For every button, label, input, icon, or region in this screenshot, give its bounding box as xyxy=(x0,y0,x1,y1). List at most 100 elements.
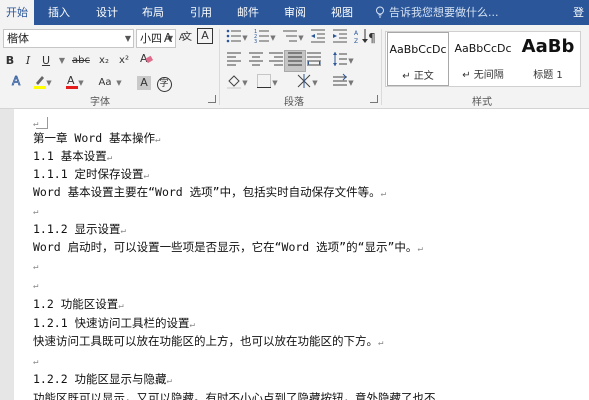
svg-text:A: A xyxy=(12,74,21,88)
document-area: ↵ 第一章 Word 基本操作↵ 1.1 基本设置↵ 1.1.1 定时保存设置↵… xyxy=(0,109,589,400)
tab-mailings[interactable]: 邮件 xyxy=(229,0,267,25)
style-preview: AaBbCcDc xyxy=(454,42,512,55)
doc-line: 1.2.1 快速访问工具栏的设置↵ xyxy=(33,315,195,331)
character-border-icon[interactable]: A xyxy=(197,28,213,44)
lightbulb-icon xyxy=(376,6,384,18)
tab-references[interactable]: 引用 xyxy=(182,0,220,25)
strikethrough-icon[interactable]: abc xyxy=(68,51,94,71)
justify-glyph-icon xyxy=(288,52,302,66)
chevron-down-icon[interactable]: ▼ xyxy=(76,73,86,93)
paragraph-mark: ↵ xyxy=(166,376,172,386)
paragraph-mark: ↵ xyxy=(33,357,39,367)
style-heading-1[interactable]: AaBb 标题 1 xyxy=(516,32,580,86)
font-name-select[interactable]: 楷体 ▼ xyxy=(3,29,134,48)
paragraph-group-label: 段落 xyxy=(284,97,304,108)
doc-line: 1.1.1 定时保存设置↵ xyxy=(33,166,149,182)
menu-bar: 开始 插入 设计 布局 引用 邮件 审阅 视图 告诉我您想要做什么... 登 xyxy=(0,0,589,25)
doc-line: 1.2 功能区设置↵ xyxy=(33,296,124,312)
style-preview: AaBb xyxy=(521,36,575,57)
paragraph-mark: ↵ xyxy=(106,153,113,163)
doc-line-text: Word 启动时，可以设置一些项是否显示，它在“Word 选项”的“显示”中。 xyxy=(33,240,418,254)
increase-indent-glyph-icon xyxy=(333,29,347,43)
paragraph-mark: ↵ xyxy=(189,320,195,330)
doc-line-text: 1.1.2 显示设置 xyxy=(33,222,121,236)
ribbon: 楷体 ▼ 小四 ▼ A A 文 A B I U ▼ abc x₂ x² A A … xyxy=(0,25,589,109)
enclosed-character-glyph: 字 xyxy=(156,77,172,92)
sign-in-button[interactable]: 登 xyxy=(573,0,589,25)
font-dialog-launcher-icon[interactable] xyxy=(208,95,216,103)
styles-group-label: 样式 xyxy=(472,97,492,108)
align-center-icon[interactable] xyxy=(246,51,266,71)
style-name: 标题 1 xyxy=(533,70,563,81)
paragraph-mark: ↵ xyxy=(33,281,39,291)
align-right-glyph-icon xyxy=(269,52,283,66)
text-effects-glyph-icon: A xyxy=(12,74,22,89)
character-shading-glyph: A xyxy=(137,76,151,90)
enclosed-character-icon[interactable]: 字 xyxy=(154,73,174,93)
svg-text:3: 3 xyxy=(254,39,257,44)
chevron-down-icon[interactable]: ▼ xyxy=(44,73,54,93)
doc-line: 第一章 Word 基本操作↵ xyxy=(33,130,160,146)
paragraph-dialog-launcher-icon[interactable] xyxy=(370,95,378,103)
phonetic-guide-icon[interactable]: 文 xyxy=(180,28,194,48)
chevron-down-icon[interactable]: ▼ xyxy=(310,73,320,93)
chevron-down-icon[interactable]: ▼ xyxy=(240,28,250,48)
change-case-icon[interactable]: Aa xyxy=(94,73,116,93)
style-name: ↵ 正文 xyxy=(402,71,434,82)
chevron-down-icon[interactable]: ▼ xyxy=(240,73,250,93)
show-formatting-marks-icon[interactable]: ¶ xyxy=(364,28,380,48)
tell-me-search[interactable]: 告诉我您想要做什么... xyxy=(375,0,499,25)
doc-line-text: 1.2.1 快速访问工具栏的设置 xyxy=(33,316,190,330)
distributed-icon[interactable] xyxy=(304,51,324,71)
justify-icon[interactable] xyxy=(284,50,306,72)
align-right-icon[interactable] xyxy=(266,51,286,71)
doc-line-text: 第一章 Word 基本操作 xyxy=(33,131,156,145)
italic-icon[interactable]: I xyxy=(18,51,38,71)
bold-icon[interactable]: B xyxy=(0,51,20,71)
font-name-value: 楷体 xyxy=(7,32,29,45)
svg-text:A: A xyxy=(67,74,75,87)
style-normal[interactable]: AaBbCcDc ↵ 正文 xyxy=(387,32,449,86)
paragraph-mark: ↵ xyxy=(378,338,384,348)
doc-line-text: 功能区既可以显示，又可以隐藏。有时不小心点到了隐藏按钮，意外隐藏了也不 xyxy=(33,391,436,400)
superscript-icon[interactable]: x² xyxy=(114,51,134,71)
increase-indent-icon[interactable] xyxy=(330,28,350,48)
tab-review[interactable]: 审阅 xyxy=(276,0,314,25)
doc-line: ↵ xyxy=(33,352,38,368)
chevron-down-icon[interactable]: ▼ xyxy=(268,28,278,48)
clear-formatting-icon[interactable]: A xyxy=(136,51,156,71)
group-divider xyxy=(381,29,382,105)
chevron-down-icon[interactable]: ▼ xyxy=(296,28,306,48)
paragraph-mark: ↵ xyxy=(33,262,39,272)
doc-line: Word 基本设置主要在“Word 选项”中，包括实时自动保存文件等。↵ xyxy=(33,184,386,200)
align-center-glyph-icon xyxy=(249,52,263,66)
paragraph-mark: ↵ xyxy=(380,189,387,199)
chevron-down-icon[interactable]: ▼ xyxy=(346,73,356,93)
style-no-spacing[interactable]: AaBbCcDc ↵ 无间隔 xyxy=(452,32,514,86)
group-divider xyxy=(219,29,220,105)
chevron-down-icon[interactable]: ▼ xyxy=(346,51,356,71)
tab-view[interactable]: 视图 xyxy=(323,0,361,25)
tab-layout[interactable]: 布局 xyxy=(134,0,172,25)
doc-line: ↵ xyxy=(33,276,38,292)
align-left-icon[interactable] xyxy=(224,51,244,71)
doc-line: 快速访问工具既可以放在功能区的上方，也可以放在功能区的下方。↵ xyxy=(33,333,383,349)
subscript-icon[interactable]: x₂ xyxy=(94,51,114,71)
decrease-indent-icon[interactable] xyxy=(308,28,328,48)
tab-home[interactable]: 开始 xyxy=(0,0,34,25)
character-shading-icon[interactable]: A xyxy=(134,73,154,93)
styles-gallery: AaBbCcDc ↵ 正文 AaBbCcDc ↵ 无间隔 AaBb 标题 1 xyxy=(385,31,581,87)
svg-text:Z: Z xyxy=(354,38,358,44)
chevron-down-icon[interactable]: ▼ xyxy=(114,73,124,93)
tab-insert[interactable]: 插入 xyxy=(40,0,78,25)
style-preview: AaBbCcDc xyxy=(389,43,447,56)
text-effects-icon[interactable]: A xyxy=(8,73,28,93)
tab-design[interactable]: 设计 xyxy=(88,0,126,25)
doc-line-text: 1.2 功能区设置 xyxy=(33,297,119,311)
doc-line: ↵ xyxy=(33,257,38,273)
paragraph-mark: ↵ xyxy=(155,135,161,145)
doc-line: 功能区既可以显示，又可以隐藏。有时不小心点到了隐藏按钮，意外隐藏了也不 xyxy=(33,390,436,400)
align-left-glyph-icon xyxy=(227,52,241,66)
chevron-down-icon[interactable]: ▼ xyxy=(270,73,280,93)
doc-line: ↵ xyxy=(33,202,38,218)
